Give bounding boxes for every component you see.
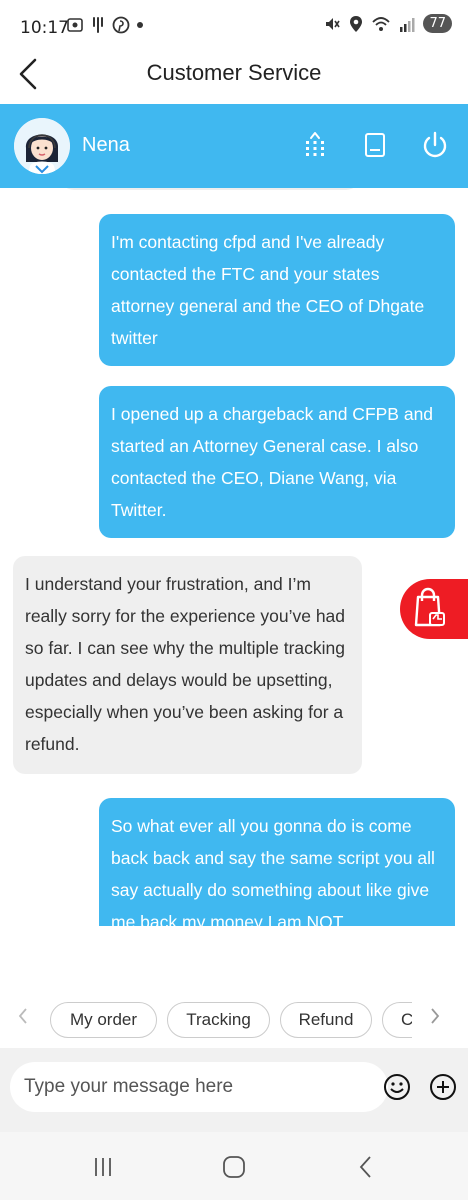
quick-reply-next[interactable]	[428, 1006, 448, 1030]
status-right-icons: 77	[323, 14, 452, 33]
promo-tab[interactable]	[400, 579, 468, 639]
battery-indicator: 77	[423, 14, 452, 33]
pinterest-icon	[112, 16, 130, 34]
quick-reply-my-order[interactable]: My order	[50, 1002, 157, 1038]
menu-grid-icon[interactable]	[300, 130, 330, 160]
chevron-right-icon	[431, 1008, 440, 1024]
emoji-icon[interactable]	[382, 1072, 412, 1102]
message-input-bar	[0, 1048, 468, 1132]
message-agent: I understand your frustration, and I’m r…	[13, 556, 362, 774]
agent-name: Nena	[82, 134, 130, 156]
quick-reply-prev[interactable]	[16, 1006, 36, 1030]
message-input[interactable]	[10, 1062, 388, 1112]
signal-icon	[400, 17, 415, 32]
status-left-icons	[66, 16, 144, 34]
minimize-window-icon[interactable]	[360, 130, 390, 160]
home-icon[interactable]	[219, 1152, 249, 1182]
dot-icon	[137, 22, 143, 28]
message-user: So what ever all you gonna do is come ba…	[99, 798, 455, 926]
system-nav-bar	[0, 1132, 468, 1200]
quick-reply-bar: My order Tracking Refund Co	[0, 998, 468, 1044]
chat-area[interactable]: I'm contacting cfpd and I've already con…	[0, 188, 468, 926]
status-time: 10:17	[20, 18, 69, 38]
page-title: Customer Service	[146, 60, 322, 85]
agent-avatar-icon	[14, 118, 70, 174]
wifi-icon	[372, 16, 391, 31]
screenshot-icon	[67, 18, 83, 32]
quick-reply-refund[interactable]: Refund	[280, 1002, 372, 1038]
agent-bar: Nena	[0, 104, 468, 188]
power-icon[interactable]	[420, 130, 450, 160]
message-user: I opened up a chargeback and CFPB and st…	[99, 386, 455, 538]
recent-apps-icon[interactable]	[88, 1152, 118, 1182]
status-bar: 10:17 77	[0, 0, 468, 44]
add-attachment-icon[interactable]	[428, 1072, 458, 1102]
location-icon	[350, 15, 363, 32]
title-bar: Customer Service	[0, 44, 468, 104]
vibrate-icon	[93, 17, 103, 33]
chevron-left-icon	[18, 1008, 27, 1024]
message-user: I'm contacting cfpd and I've already con…	[99, 214, 455, 366]
quick-reply-tracking[interactable]: Tracking	[167, 1002, 270, 1038]
back-nav-icon[interactable]	[351, 1152, 381, 1182]
agent-actions	[300, 130, 450, 160]
previous-message-edge	[60, 188, 360, 190]
mute-icon	[326, 17, 341, 30]
avatar	[14, 118, 70, 174]
shopping-bag-thumbs-up-icon	[414, 587, 445, 627]
